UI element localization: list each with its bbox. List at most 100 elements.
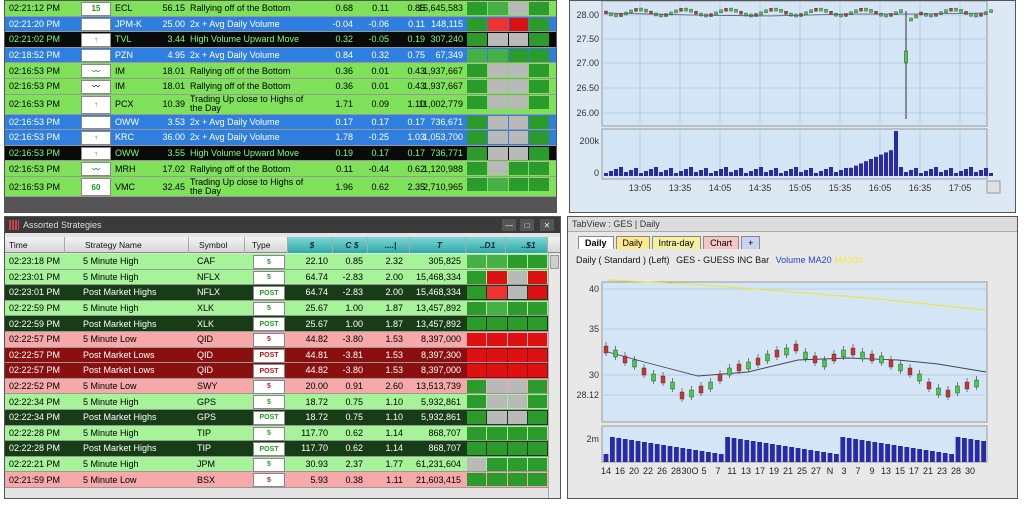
candle — [734, 8, 738, 13]
alert-row[interactable]: 02:16:53 PM ↑ KRC 36.00 2x + Avg Daily Volum… — [5, 130, 556, 146]
strategy-time: 02:22:57 PM — [9, 334, 61, 345]
strategy-row[interactable]: 02:22:57 PM Post Market Lows QID POST 44.82 -… — [5, 363, 549, 379]
column-header[interactable]: ..$1 — [506, 237, 548, 253]
alert-row[interactable]: 02:21:20 PM JPM-K 25.00 2x + Avg Daily Volu… — [5, 16, 556, 33]
alert-change: 0.11 — [336, 163, 353, 174]
column-header[interactable]: Type — [248, 237, 288, 253]
strategy-row[interactable]: 02:22:59 PM 5 Minute High XLK 5 25.67 1.00 1.8… — [5, 300, 549, 317]
strategy-time: 02:22:59 PM — [9, 303, 61, 314]
alert-volume: 307,240 — [430, 34, 463, 45]
column-header[interactable]: Symbol — [195, 237, 245, 253]
alert-change: 0.32 — [335, 34, 353, 45]
strategy-row[interactable]: 02:22:28 PM 5 Minute High TIP 5 117.70 0.62 1.… — [5, 425, 549, 442]
strategy-row[interactable]: 02:22:28 PM Post Market Highs TIP POST 117.7… — [5, 441, 549, 457]
column-header[interactable]: T — [410, 237, 466, 253]
strategy-range: 1.53 — [385, 334, 403, 345]
volume-bar — [969, 167, 973, 176]
strategy-row[interactable]: 02:22:21 PM 5 Minute High JPM 5 30.93 2.37 1.7… — [5, 456, 549, 473]
column-header[interactable]: ..D1 — [466, 237, 506, 253]
strategy-row[interactable]: 02:21:59 PM 5 Minute Low BSX 5 5.93 0.38 1.11 2… — [5, 472, 549, 488]
daily-volume-bar — [686, 449, 692, 462]
heatmap-cell — [508, 162, 529, 176]
alert-row[interactable]: 02:21:12 PM 15 ECL 56.15 Rallying off of the… — [5, 1, 556, 17]
daily-x-tick-label: 15 — [895, 466, 905, 476]
strategy-price: 5.93 — [310, 474, 328, 485]
daily-volume-bar — [654, 444, 660, 462]
volume-bar — [974, 172, 978, 176]
tab-daily-2[interactable]: Daily — [615, 236, 650, 249]
tab-add[interactable]: + — [741, 236, 761, 249]
daily-volume-bar — [866, 441, 871, 462]
tab-chart[interactable]: Chart — [703, 236, 740, 249]
daily-volume-bar — [616, 438, 622, 462]
app-root: 02:21:12 PM 15 ECL 56.15 Rallying off of the… — [0, 0, 1024, 506]
tab-daily[interactable]: Daily — [578, 236, 614, 249]
assorted-strategies-titlebar[interactable]: Assorted Strategies — □ ✕ — [5, 217, 560, 233]
alert-volume: 736,771 — [430, 148, 463, 159]
strategy-heatmap — [467, 442, 547, 456]
daily-candle — [926, 381, 932, 390]
alert-heatmap — [467, 178, 549, 191]
volume-bar — [774, 168, 778, 176]
alert-row[interactable]: 02:16:53 PM OWW 3.53 2x + Avg Daily Volume 0… — [5, 114, 556, 131]
strategy-change: 0.62 — [345, 443, 363, 454]
strategy-time: 02:22:28 PM — [9, 427, 61, 438]
strategy-row[interactable]: 02:22:57 PM 5 Minute Low QID 5 44.82 -3.80 1.5… — [5, 331, 549, 348]
strategy-change: -2.83 — [342, 287, 363, 298]
alert-change: 1.71 — [335, 99, 353, 110]
heatmap-cell — [508, 64, 529, 78]
vertical-scrollbar[interactable] — [548, 253, 560, 498]
column-header[interactable]: ....| — [368, 237, 410, 253]
heatmap-cell — [507, 301, 527, 315]
daily-volume-bar — [898, 446, 903, 462]
strategy-row[interactable]: 02:23:18 PM 5 Minute High CAF 5 22.10 0.85 2.3… — [5, 254, 549, 270]
alert-row[interactable]: 02:16:53 PM 〰 MRH 17.02 Rallying off of the … — [5, 161, 556, 177]
alert-row[interactable]: 02:16:53 PM ↑ OWW 3.55 High Volume Upward Mo… — [5, 145, 556, 162]
alert-row[interactable]: 02:18:52 PM PZN 4.95 2x + Avg Daily Volume 0… — [5, 47, 556, 64]
alert-row[interactable]: 02:16:53 PM 〰 IM 18.01 Rallying off of the B… — [5, 79, 556, 95]
column-header[interactable]: C $ — [333, 237, 368, 253]
column-header[interactable]: $ — [288, 237, 333, 253]
strategy-row[interactable]: 02:22:52 PM 5 Minute Low SWY 5 20.00 0.91 2.60… — [5, 378, 549, 395]
strategy-symbol: TIP — [197, 427, 212, 438]
strategy-change: -2.83 — [342, 271, 363, 282]
strategy-row[interactable]: 02:23:01 PM 5 Minute High NFLX 5 64.74 -2.83 2… — [5, 269, 549, 286]
strategy-row[interactable]: 02:23:01 PM Post Market Highs NFLX POST 64.7… — [5, 285, 549, 301]
top-alert-panel: 02:21:12 PM 15 ECL 56.15 Rallying off of the… — [4, 0, 557, 213]
alert-row[interactable]: 02:16:53 PM 〰 IM 18.01 Rallying off of the B… — [5, 63, 556, 79]
alert-row[interactable]: 02:16:53 PM ↑ PCX 10.39 Trading Up close to … — [5, 94, 556, 115]
candle — [864, 7, 868, 12]
alert-row[interactable]: 02:16:53 PM 60 VMC 32.45 Trading Up close to… — [5, 177, 556, 197]
tabview-titlebar[interactable]: TabView : GES | Daily — [568, 217, 1017, 232]
chart-legend: Daily ( Standard ) (Left) GES - GUESS IN… — [576, 255, 863, 265]
close-button[interactable]: ✕ — [540, 219, 554, 231]
candle — [809, 9, 813, 13]
intraday-chart[interactable]: 28.00 27.50 27.00 26.50 26.00 200k 0 13:05 13:35… — [570, 1, 1016, 213]
scrollbar-thumb[interactable] — [550, 255, 559, 269]
heatmap-cell — [507, 348, 527, 362]
daily-x-tick-label: 13 — [881, 466, 891, 476]
y-tick-label: 27.00 — [576, 58, 599, 68]
alert-description: 2x + Avg Daily Volume — [190, 132, 280, 143]
strategy-price: 25.67 — [305, 303, 328, 314]
daily-chart[interactable]: 40353028.122m14 16 20 22 26 28 30O 5 7 11 13 17 19 21… — [568, 268, 1018, 496]
daily-candle — [945, 389, 951, 398]
assorted-grid[interactable]: 02:23:18 PM 5 Minute High CAF 5 22.10 0.85 2.3… — [5, 254, 549, 488]
scroll-corner — [986, 180, 1001, 194]
maximize-button[interactable]: □ — [520, 219, 534, 231]
daily-candle — [974, 379, 979, 388]
alert-heatmap — [467, 95, 549, 109]
alert-row[interactable]: 02:21:02 PM ↑ TVL 3.44 High Volume Upward Mo… — [5, 32, 556, 48]
tab-intra-day[interactable]: Intra-day — [651, 236, 702, 249]
minimize-button[interactable]: — — [502, 219, 516, 231]
strategy-row[interactable]: 02:22:59 PM Post Market Highs XLK POST 25.67… — [5, 316, 549, 332]
candle — [739, 10, 743, 15]
column-header[interactable]: Time — [5, 237, 65, 253]
strategy-row[interactable]: 02:22:34 PM Post Market Highs GPS POST 18.72… — [5, 409, 549, 426]
column-header[interactable]: Strategy Name — [81, 237, 189, 253]
strategy-row[interactable]: 02:22:34 PM 5 Minute High GPS 5 18.72 0.75 1.1… — [5, 394, 549, 410]
strategy-row[interactable]: 02:22:57 PM Post Market Lows QID POST 44.81 -… — [5, 347, 549, 364]
strategy-range: 2.00 — [385, 271, 403, 282]
daily-volume-bar — [859, 440, 865, 462]
daily-volume-bar — [763, 443, 769, 462]
